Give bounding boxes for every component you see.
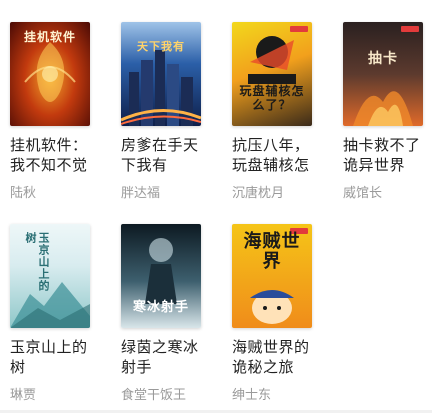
fire-illustration: [353, 91, 413, 126]
cover-title: 寒冰射手: [132, 300, 189, 315]
book-title[interactable]: 海贼世界的诡秘之旅: [232, 337, 324, 377]
book-cover[interactable]: 抽卡: [343, 22, 423, 126]
book-title[interactable]: 绿茵之寒冰射手: [121, 337, 213, 377]
cover-title: 海贼世界: [243, 231, 301, 272]
book-author: 绅士东: [232, 388, 272, 403]
book-title[interactable]: 房爹在手天下我有: [121, 135, 213, 175]
book-cover[interactable]: 天下我有: [121, 22, 201, 126]
book-author: 威馆长: [343, 186, 383, 201]
book-cover[interactable]: 海贼世界: [232, 224, 312, 328]
book-title[interactable]: 玉京山上的树: [10, 337, 102, 377]
book-author: 胖达福: [121, 186, 161, 201]
cover-title: 玩盘辅核怎么了？: [239, 84, 305, 112]
cover-title: 天下我有: [137, 40, 185, 53]
book-author: 食堂干饭王: [121, 388, 187, 403]
cover-title: 挂机软件: [23, 30, 76, 44]
book-author: 陆秋: [10, 186, 37, 201]
book-cover[interactable]: 寒冰射手: [121, 224, 201, 328]
book-cover[interactable]: 挂机软件: [10, 22, 90, 126]
cover-title: 玉京山上的树: [24, 232, 50, 292]
book-cover[interactable]: 玉京山上的树: [10, 224, 90, 328]
book-author: 琳贾: [10, 388, 37, 403]
book-title[interactable]: 挂机软件：我不知不觉: [10, 135, 102, 175]
book-title[interactable]: 抽卡救不了诡异世界: [343, 135, 432, 175]
cover-title: 抽卡: [368, 51, 398, 67]
book-title[interactable]: 抗压八年，玩盘辅核怎: [232, 135, 324, 175]
book-author: 沉唐枕月: [232, 186, 285, 201]
book-cover[interactable]: 玩盘辅核怎么了？: [232, 22, 312, 126]
